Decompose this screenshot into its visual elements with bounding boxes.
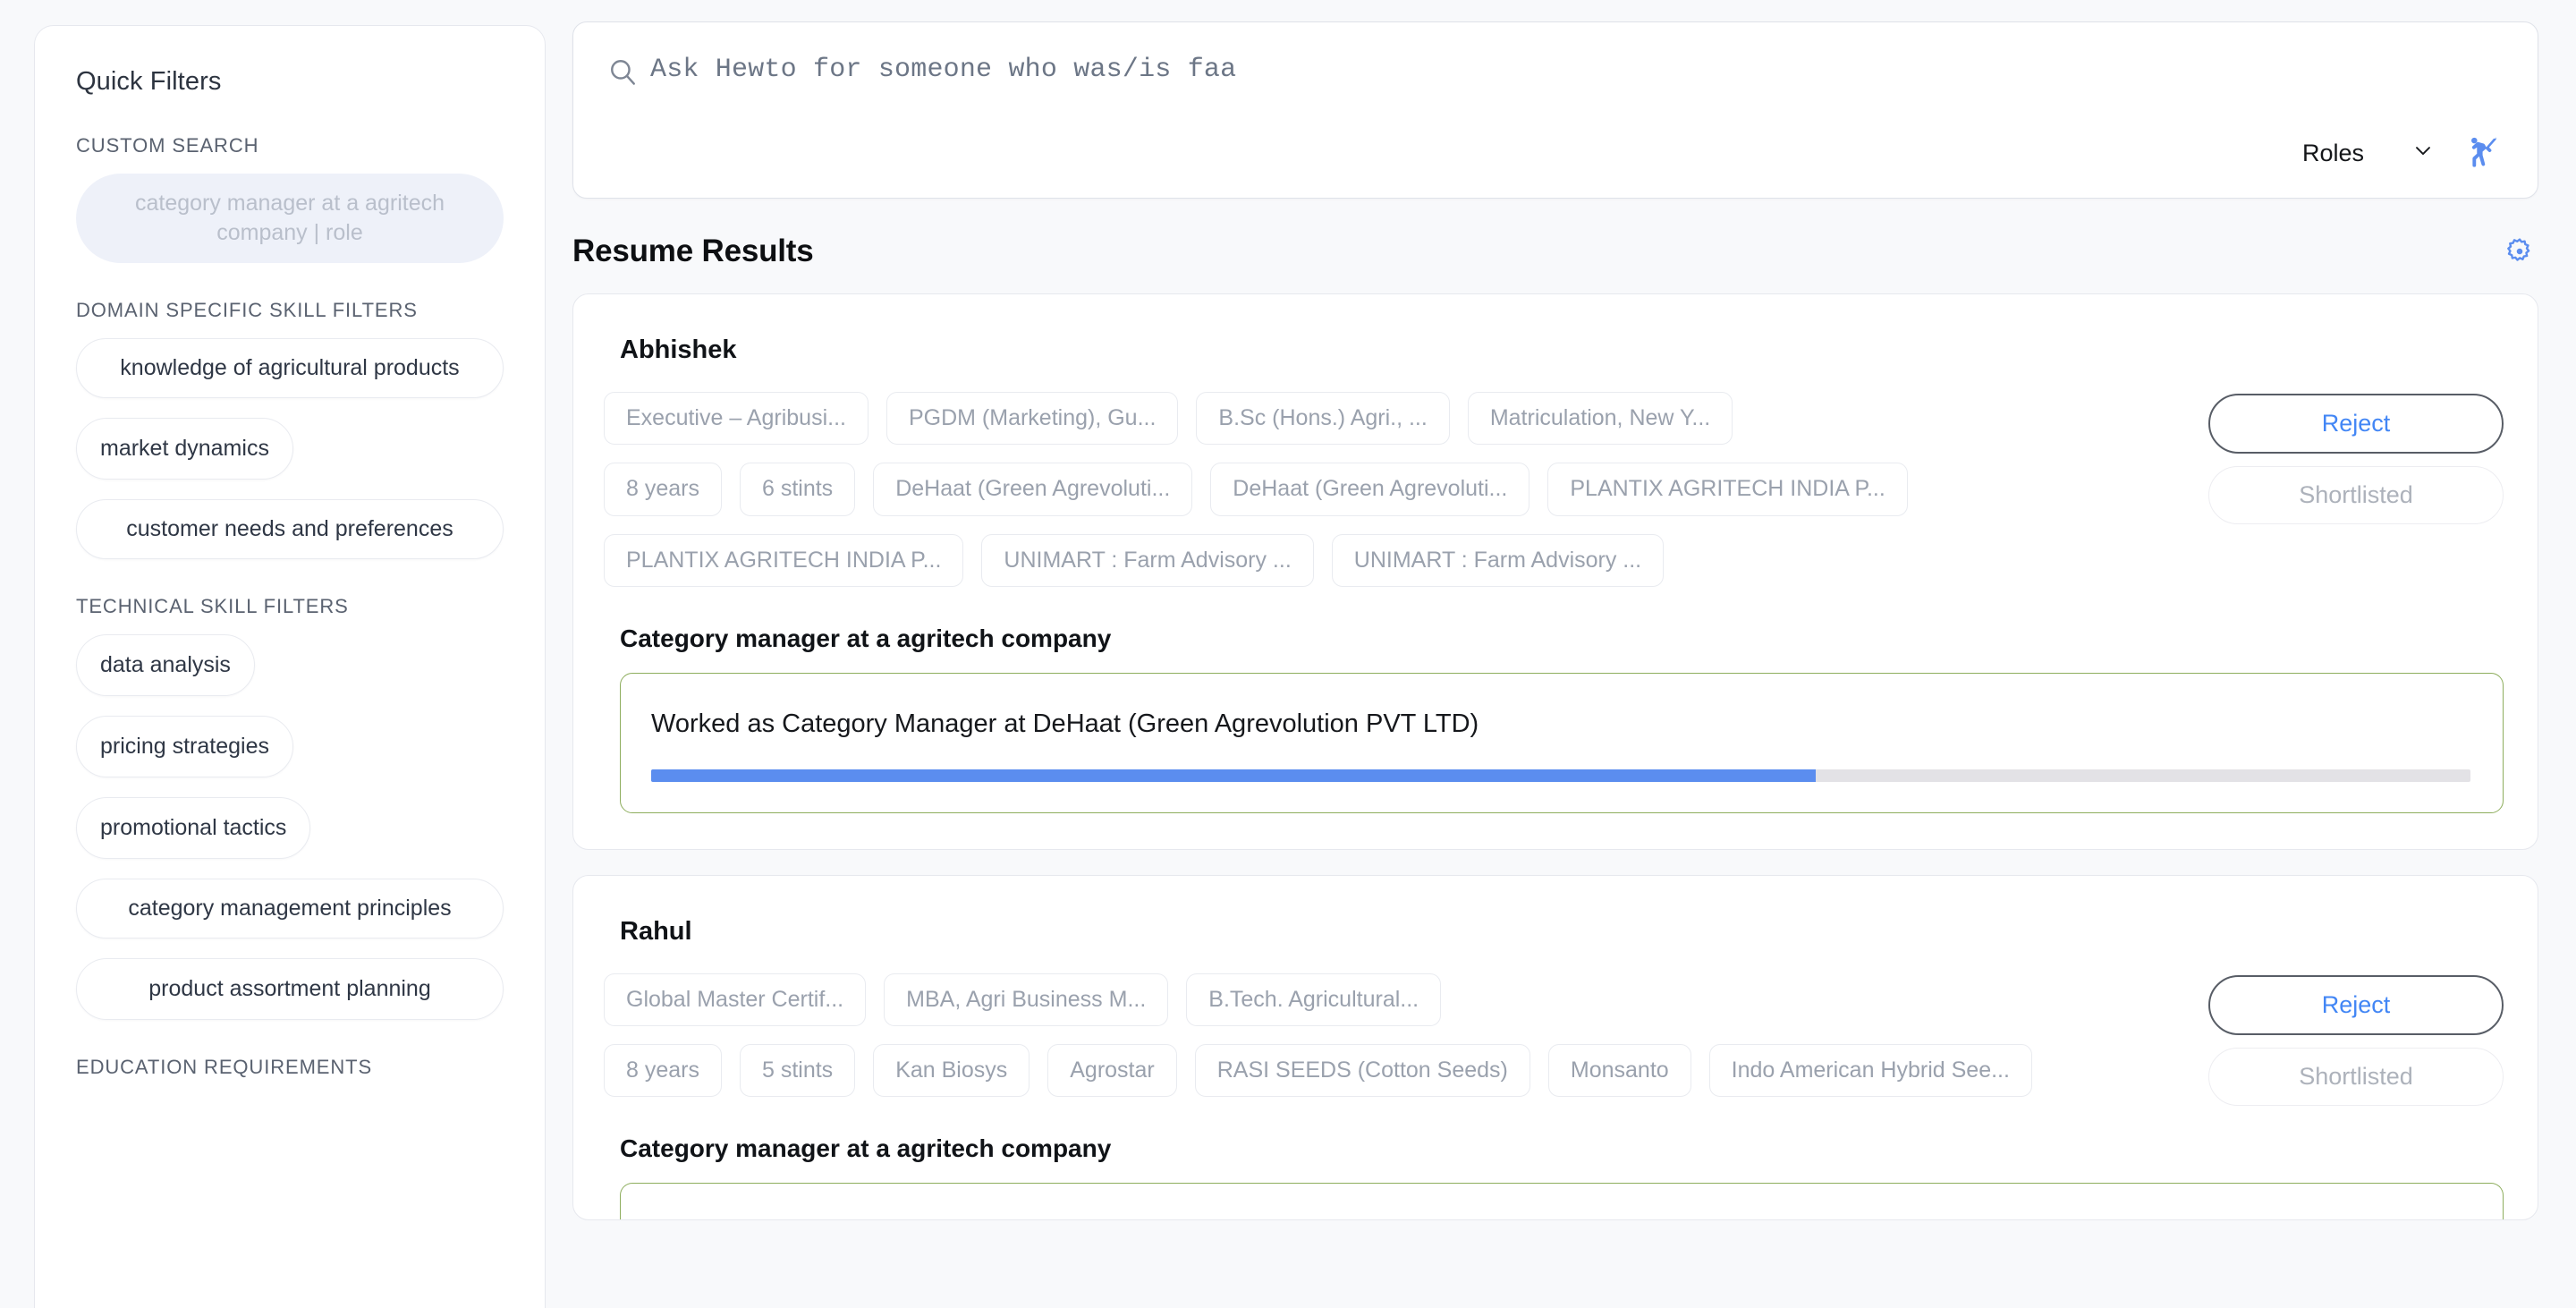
tag[interactable]: PLANTIX AGRITECH INDIA P... bbox=[604, 533, 964, 587]
reject-button[interactable]: Reject bbox=[2208, 974, 2504, 1035]
candidate-actions: Reject Shortlisted bbox=[2208, 973, 2504, 1106]
tag[interactable]: PLANTIX AGRITECH INDIA P... bbox=[1547, 463, 1908, 516]
karate-person-icon[interactable] bbox=[2462, 132, 2500, 174]
tag[interactable]: RASI SEEDS (Cotton Seeds) bbox=[1194, 1044, 1530, 1098]
tag[interactable]: UNIMART : Farm Advisory ... bbox=[981, 533, 1314, 587]
tag[interactable]: UNIMART : Farm Advisory ... bbox=[1331, 533, 1665, 587]
tag-row: Executive – Agribusi... PGDM (Marketing)… bbox=[604, 392, 2190, 446]
filter-group-label: EDUCATION REQUIREMENTS bbox=[76, 1056, 373, 1078]
filter-group-label: DOMAIN SPECIFIC SKILL FILTERS bbox=[76, 299, 418, 321]
tag[interactable]: Matriculation, New Y... bbox=[1467, 392, 1733, 446]
results-header: Resume Results bbox=[572, 233, 2538, 270]
filter-group-domain-skills: DOMAIN SPECIFIC SKILL FILTERS knowledge … bbox=[76, 299, 504, 559]
match-evidence-box: Worked as Category Manager at DeHaat (Gr… bbox=[620, 672, 2504, 813]
app-root: Quick Filters CUSTOM SEARCH category man… bbox=[0, 0, 2576, 1308]
filter-chip-pricing-strategies[interactable]: pricing strategies bbox=[76, 716, 293, 777]
roles-dropdown[interactable]: Roles bbox=[2302, 138, 2436, 169]
candidate-name: Abhishek bbox=[620, 335, 737, 364]
filter-chip-market-dynamics[interactable]: market dynamics bbox=[76, 418, 293, 480]
search-tools: Roles bbox=[2302, 132, 2500, 174]
tag[interactable]: Executive – Agribusi... bbox=[604, 392, 869, 446]
page-title: Resume Results bbox=[572, 234, 814, 268]
quick-filters-panel: Quick Filters CUSTOM SEARCH category man… bbox=[34, 25, 546, 1308]
tag[interactable]: 6 stints bbox=[739, 463, 856, 516]
resume-result-card: Abhishek Executive – Agribusi... PGDM (M… bbox=[572, 293, 2538, 850]
tag-row: Global Master Certif... MBA, Agri Busine… bbox=[604, 973, 2190, 1026]
shortlisted-button[interactable]: Shortlisted bbox=[2208, 466, 2504, 524]
tag[interactable]: Indo American Hybrid See... bbox=[1708, 1044, 2032, 1098]
search-input[interactable]: Ask Hewto for someone who was/is faa bbox=[650, 55, 1236, 85]
shortlisted-button[interactable]: Shortlisted bbox=[2208, 1047, 2504, 1106]
query-heading: Category manager at a agritech company bbox=[620, 624, 1112, 652]
candidate-body: Executive – Agribusi... PGDM (Marketing)… bbox=[604, 392, 2504, 605]
candidate-body: Global Master Certif... MBA, Agri Busine… bbox=[604, 973, 2504, 1116]
tag[interactable]: Global Master Certif... bbox=[604, 973, 867, 1026]
filter-group-education-requirements: EDUCATION REQUIREMENTS bbox=[76, 1056, 504, 1079]
chevron-down-icon bbox=[2411, 138, 2436, 169]
candidate-tags: Executive – Agribusi... PGDM (Marketing)… bbox=[604, 392, 2190, 605]
filter-chip-knowledge-of-agricultural-products[interactable]: knowledge of agricultural products bbox=[76, 338, 504, 398]
match-score-track bbox=[651, 769, 2470, 782]
match-evidence-text: Worked as Category Manager at DeHaat (Gr… bbox=[651, 709, 1479, 738]
tag[interactable]: B.Sc (Hons.) Agri., ... bbox=[1196, 392, 1450, 446]
match-evidence-box bbox=[620, 1183, 2504, 1220]
search-icon bbox=[607, 56, 638, 91]
tag[interactable]: 5 stints bbox=[739, 1044, 856, 1098]
filter-group-custom-search: CUSTOM SEARCH category manager at a agri… bbox=[76, 134, 504, 263]
custom-search-chip[interactable]: category manager at a agritech company |… bbox=[76, 174, 504, 263]
candidate-actions: Reject Shortlisted bbox=[2208, 392, 2504, 524]
filter-group-label: TECHNICAL SKILL FILTERS bbox=[76, 595, 349, 617]
gear-icon[interactable] bbox=[2501, 233, 2538, 270]
search-row: Ask Hewto for someone who was/is faa bbox=[607, 55, 2504, 91]
filter-group-technical-skills: TECHNICAL SKILL FILTERS data analysis pr… bbox=[76, 595, 504, 1020]
sidebar-column: Quick Filters CUSTOM SEARCH category man… bbox=[0, 0, 572, 1308]
tag[interactable]: Monsanto bbox=[1547, 1044, 1691, 1098]
filter-chip-customer-needs-and-preferences[interactable]: customer needs and preferences bbox=[76, 499, 504, 559]
roles-dropdown-label: Roles bbox=[2301, 140, 2364, 166]
tag[interactable]: 8 years bbox=[604, 463, 722, 516]
resume-result-card: Rahul Global Master Certif... MBA, Agri … bbox=[572, 874, 2538, 1221]
reject-button[interactable]: Reject bbox=[2208, 394, 2504, 454]
filter-chip-data-analysis[interactable]: data analysis bbox=[76, 634, 255, 696]
filter-chip-category-management-principles[interactable]: category management principles bbox=[76, 879, 504, 939]
tag[interactable]: PGDM (Marketing), Gu... bbox=[886, 392, 1179, 446]
tag[interactable]: Kan Biosys bbox=[873, 1044, 1030, 1098]
filter-group-label: CUSTOM SEARCH bbox=[76, 134, 259, 157]
tag[interactable]: DeHaat (Green Agrevoluti... bbox=[873, 463, 1193, 516]
match-score-fill bbox=[651, 769, 1816, 782]
query-heading: Category manager at a agritech company bbox=[620, 1134, 1112, 1163]
tag-row: 8 years 5 stints Kan Biosys Agrostar RAS… bbox=[604, 1044, 2190, 1098]
search-box[interactable]: Ask Hewto for someone who was/is faa Rol… bbox=[572, 21, 2538, 199]
main-column: Ask Hewto for someone who was/is faa Rol… bbox=[572, 0, 2576, 1308]
tag[interactable]: DeHaat (Green Agrevoluti... bbox=[1210, 463, 1530, 516]
filter-chip-promotional-tactics[interactable]: promotional tactics bbox=[76, 797, 311, 859]
candidate-name: Rahul bbox=[620, 916, 692, 946]
candidate-tags: Global Master Certif... MBA, Agri Busine… bbox=[604, 973, 2190, 1116]
tag-row: 8 years 6 stints DeHaat (Green Agrevolut… bbox=[604, 463, 2190, 516]
quick-filters-title: Quick Filters bbox=[76, 67, 222, 96]
tag-row: PLANTIX AGRITECH INDIA P... UNIMART : Fa… bbox=[604, 533, 2190, 587]
tag[interactable]: 8 years bbox=[604, 1044, 722, 1098]
tag[interactable]: MBA, Agri Business M... bbox=[884, 973, 1169, 1026]
tag[interactable]: B.Tech. Agricultural... bbox=[1186, 973, 1442, 1026]
filter-chip-product-assortment-planning[interactable]: product assortment planning bbox=[76, 958, 504, 1020]
tag[interactable]: Agrostar bbox=[1047, 1044, 1177, 1098]
